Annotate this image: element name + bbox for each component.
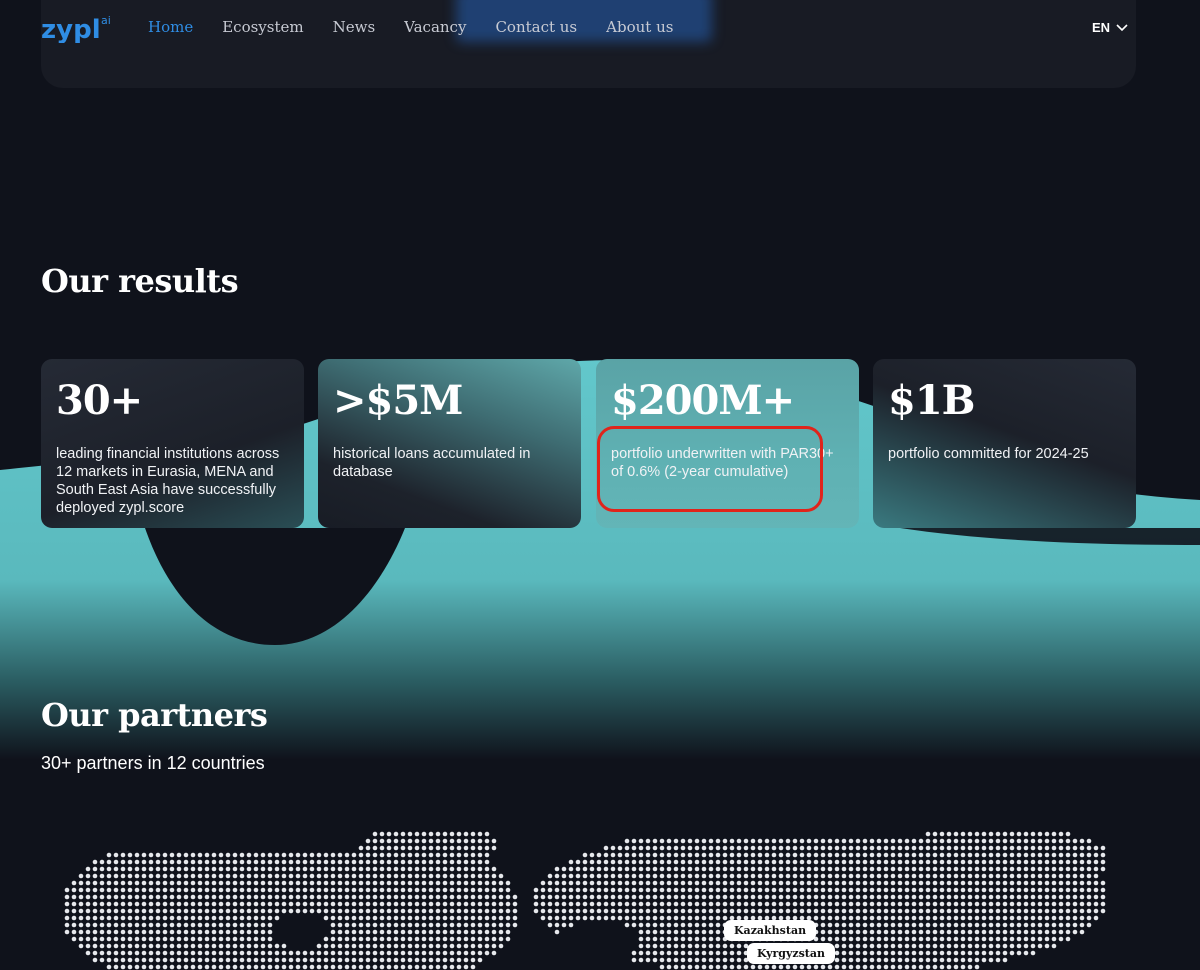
nav-home[interactable]: Home [148,18,193,36]
language-label: EN [1092,20,1111,35]
nav-about-us[interactable]: About us [606,18,673,36]
partners-subtitle: 30+ partners in 12 countries [41,753,265,773]
result-card-highlighted: $200M+ portfolio underwritten with PAR30… [596,359,859,528]
chevron-down-icon [1116,23,1128,31]
result-value: $200M+ [611,377,795,424]
result-value: $1B [888,377,975,424]
result-value: 30+ [56,377,143,424]
top-navigation: zypl ai Home Ecosystem News Vacancy Cont… [0,0,1200,58]
main-nav: Home Ecosystem News Vacancy Contact us A… [148,18,673,36]
map-label-kyrgyzstan[interactable]: Kyrgyzstan [747,943,835,964]
partners-dot-map [64,831,1106,970]
logo-suffix: ai [101,14,111,27]
result-description: leading financial institutions across 12… [56,446,280,516]
result-value: >$5M [333,377,463,424]
result-card: >$5M historical loans accumulated in dat… [318,359,581,528]
partners-title: Our partners [41,696,268,734]
result-description: portfolio underwritten with PAR30+ of 0.… [611,446,834,480]
nav-ecosystem[interactable]: Ecosystem [222,18,303,36]
map-label-kazakhstan[interactable]: Kazakhstan [724,920,817,941]
results-title: Our results [41,262,239,300]
result-description: historical loans accumulated in database [333,446,531,480]
nav-contact-us[interactable]: Contact us [495,18,577,36]
logo-text: zypl [41,15,101,43]
result-card: 30+ leading financial institutions acros… [41,359,304,528]
nav-news[interactable]: News [333,18,376,36]
zypl-logo[interactable]: zypl ai [41,13,115,43]
language-selector[interactable]: EN [1092,20,1128,35]
nav-vacancy[interactable]: Vacancy [404,18,466,36]
result-description: portfolio committed for 2024-25 [888,446,1089,462]
result-card: $1B portfolio committed for 2024-25 [873,359,1136,528]
